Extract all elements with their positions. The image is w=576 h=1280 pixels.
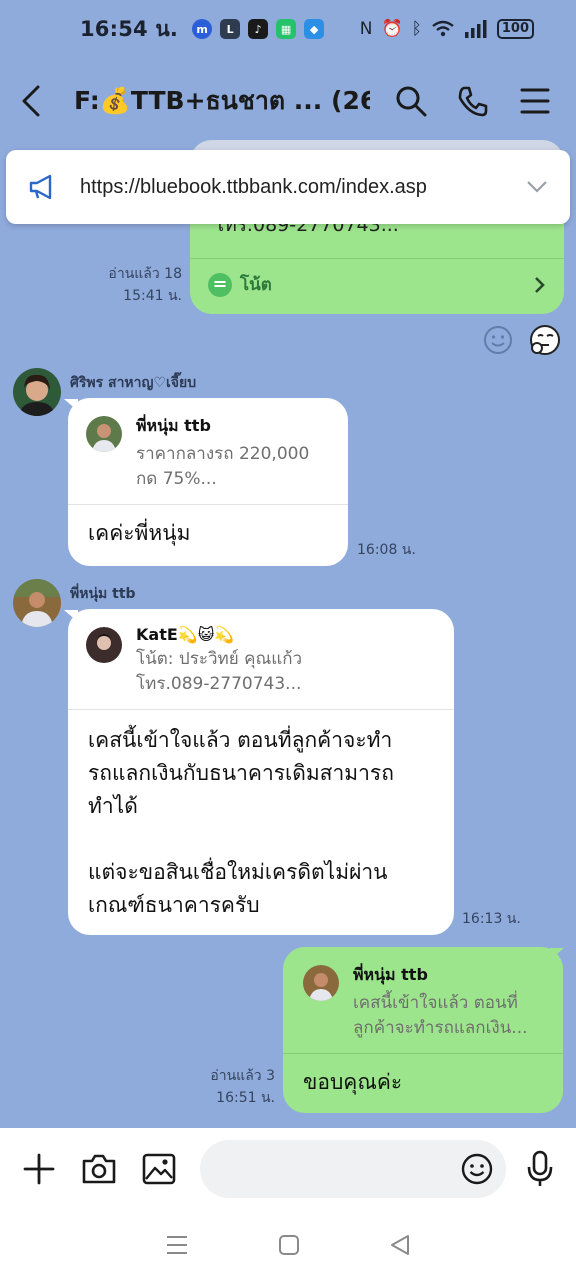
sender-avatar[interactable] (13, 368, 61, 416)
message-time: 16:08 น. (357, 542, 416, 558)
microphone-icon (527, 1150, 553, 1186)
sender-avatar[interactable] (13, 579, 61, 627)
message-input-bar (0, 1128, 576, 1210)
message-time: 16:13 น. (462, 911, 521, 927)
call-button[interactable] (452, 80, 494, 122)
sender-name: พี่หนุ่ม ttb (70, 586, 136, 602)
reply-name: พี่หนุ่ม ttb (353, 965, 428, 984)
status-time: 16:54 น. (80, 16, 179, 41)
chat-title-text: F:💰TTB+ธนชาต ... (74, 86, 323, 115)
back-nav-icon[interactable] (389, 1234, 411, 1256)
status-app-icons: m L ♪ ▦ ◆ (192, 19, 325, 39)
note-link[interactable]: โน้ต (190, 259, 564, 310)
plus-icon (23, 1153, 55, 1185)
reply-avatar (86, 627, 122, 663)
search-button[interactable] (390, 80, 432, 122)
reply-avatar (86, 416, 122, 452)
chevron-right-icon (535, 276, 545, 293)
reply-avatar (303, 965, 339, 1001)
announcement-banner[interactable]: https://bluebook.ttbbank.com/index.asp (6, 150, 570, 224)
app-icon-green: ▦ (276, 19, 297, 39)
system-nav-bar (0, 1210, 576, 1280)
add-button[interactable] (20, 1150, 58, 1188)
status-indicators: N ⏰ ᛒ 100 (360, 19, 534, 39)
read-receipt: อ่านแล้ว 18 (108, 266, 182, 282)
note-icon (208, 272, 232, 297)
reply-snippet: โน้ต: ประวิทย์ คุณแก้ว โทร.089-2770743..… (136, 649, 303, 694)
message-text: เคค่ะพี่หนุ่ม (88, 521, 191, 545)
sender-name: ศิริพร สาหาญ♡เจี๊ยบ (70, 375, 197, 391)
menu-button[interactable] (514, 80, 556, 122)
outgoing-message-bubble[interactable]: พี่หนุ่ม ttb เคสนี้เข้าใจแล้ว ตอนที่ ลูก… (283, 947, 563, 1113)
tiktok-icon: ♪ (248, 19, 269, 39)
note-label: โน้ต (240, 275, 272, 295)
menu-icon (520, 88, 550, 114)
message-time: 15:41 น. (123, 288, 182, 304)
read-receipt: อ่านแล้ว 3 (210, 1068, 275, 1084)
message-text: เคสนี้เข้าใจแล้ว ตอนที่ลูกค้าจะทำ รถแลกเ… (88, 728, 394, 917)
message-meta: อ่านแล้ว 3 16:51 น. (180, 1065, 275, 1109)
announcement-url[interactable]: https://bluebook.ttbbank.com/index.asp (80, 176, 526, 199)
reply-name: พี่หนุ่ม ttb (136, 416, 211, 435)
wifi-icon (432, 20, 454, 37)
add-reaction-icon[interactable] (482, 324, 514, 356)
thinking-sticker-icon[interactable] (529, 324, 561, 356)
reply-name: KatE💫😺💫 (136, 625, 235, 644)
status-bar: 16:54 น. m L ♪ ▦ ◆ N ⏰ ᛒ 100 (0, 0, 576, 58)
line-icon: L (220, 19, 241, 39)
messenger-icon: m (192, 19, 213, 39)
search-icon (396, 86, 427, 117)
chat-title[interactable]: F:💰TTB+ธนชาต ... (26) (74, 81, 370, 121)
app-icon-blue: ◆ (304, 19, 325, 39)
recent-apps-icon[interactable] (165, 1234, 189, 1256)
chat-header: F:💰TTB+ธนชาต ... (26) (0, 58, 576, 144)
home-icon[interactable] (278, 1234, 300, 1256)
phone-icon (458, 86, 488, 117)
quoted-reply[interactable]: KatE💫😺💫 โน้ต: ประวิทย์ คุณแก้ว โทร.089-2… (68, 609, 454, 709)
back-arrow-icon (22, 85, 40, 117)
incoming-message-bubble[interactable]: KatE💫😺💫 โน้ต: ประวิทย์ คุณแก้ว โทร.089-2… (68, 609, 454, 935)
alarm-icon: ⏰ (381, 19, 403, 39)
bluetooth-icon: ᛒ (411, 19, 422, 39)
megaphone-icon (29, 174, 52, 200)
voice-button[interactable] (524, 1150, 556, 1188)
signal-icon (464, 20, 487, 38)
quoted-reply[interactable]: พี่หนุ่ม ttb เคสนี้เข้าใจแล้ว ตอนที่ ลูก… (283, 947, 563, 1053)
member-count: (26) (331, 86, 370, 115)
incoming-message-bubble[interactable]: พี่หนุ่ม ttb ราคากลางรถ 220,000 กด 75%..… (68, 398, 348, 566)
chevron-down-icon[interactable] (526, 180, 548, 194)
camera-button[interactable] (80, 1150, 118, 1188)
back-button[interactable] (20, 81, 60, 121)
message-input[interactable] (200, 1140, 506, 1198)
nfc-icon: N (359, 19, 373, 39)
battery-indicator: 100 (496, 19, 534, 39)
emoji-icon[interactable] (460, 1152, 494, 1186)
camera-icon (82, 1154, 116, 1184)
message-meta: อ่านแล้ว 18 15:41 น. (90, 263, 182, 307)
image-icon (142, 1153, 176, 1185)
message-time: 16:51 น. (216, 1090, 275, 1106)
message-text: ขอบคุณค่ะ (303, 1070, 403, 1094)
gallery-button[interactable] (140, 1150, 178, 1188)
reply-snippet: ราคากลางรถ 220,000 กด 75%... (136, 444, 310, 489)
reply-snippet: เคสนี้เข้าใจแล้ว ตอนที่ ลูกค้าจะทำรถแลกเ… (353, 993, 528, 1038)
quoted-reply[interactable]: พี่หนุ่ม ttb ราคากลางรถ 220,000 กด 75%..… (68, 398, 348, 504)
